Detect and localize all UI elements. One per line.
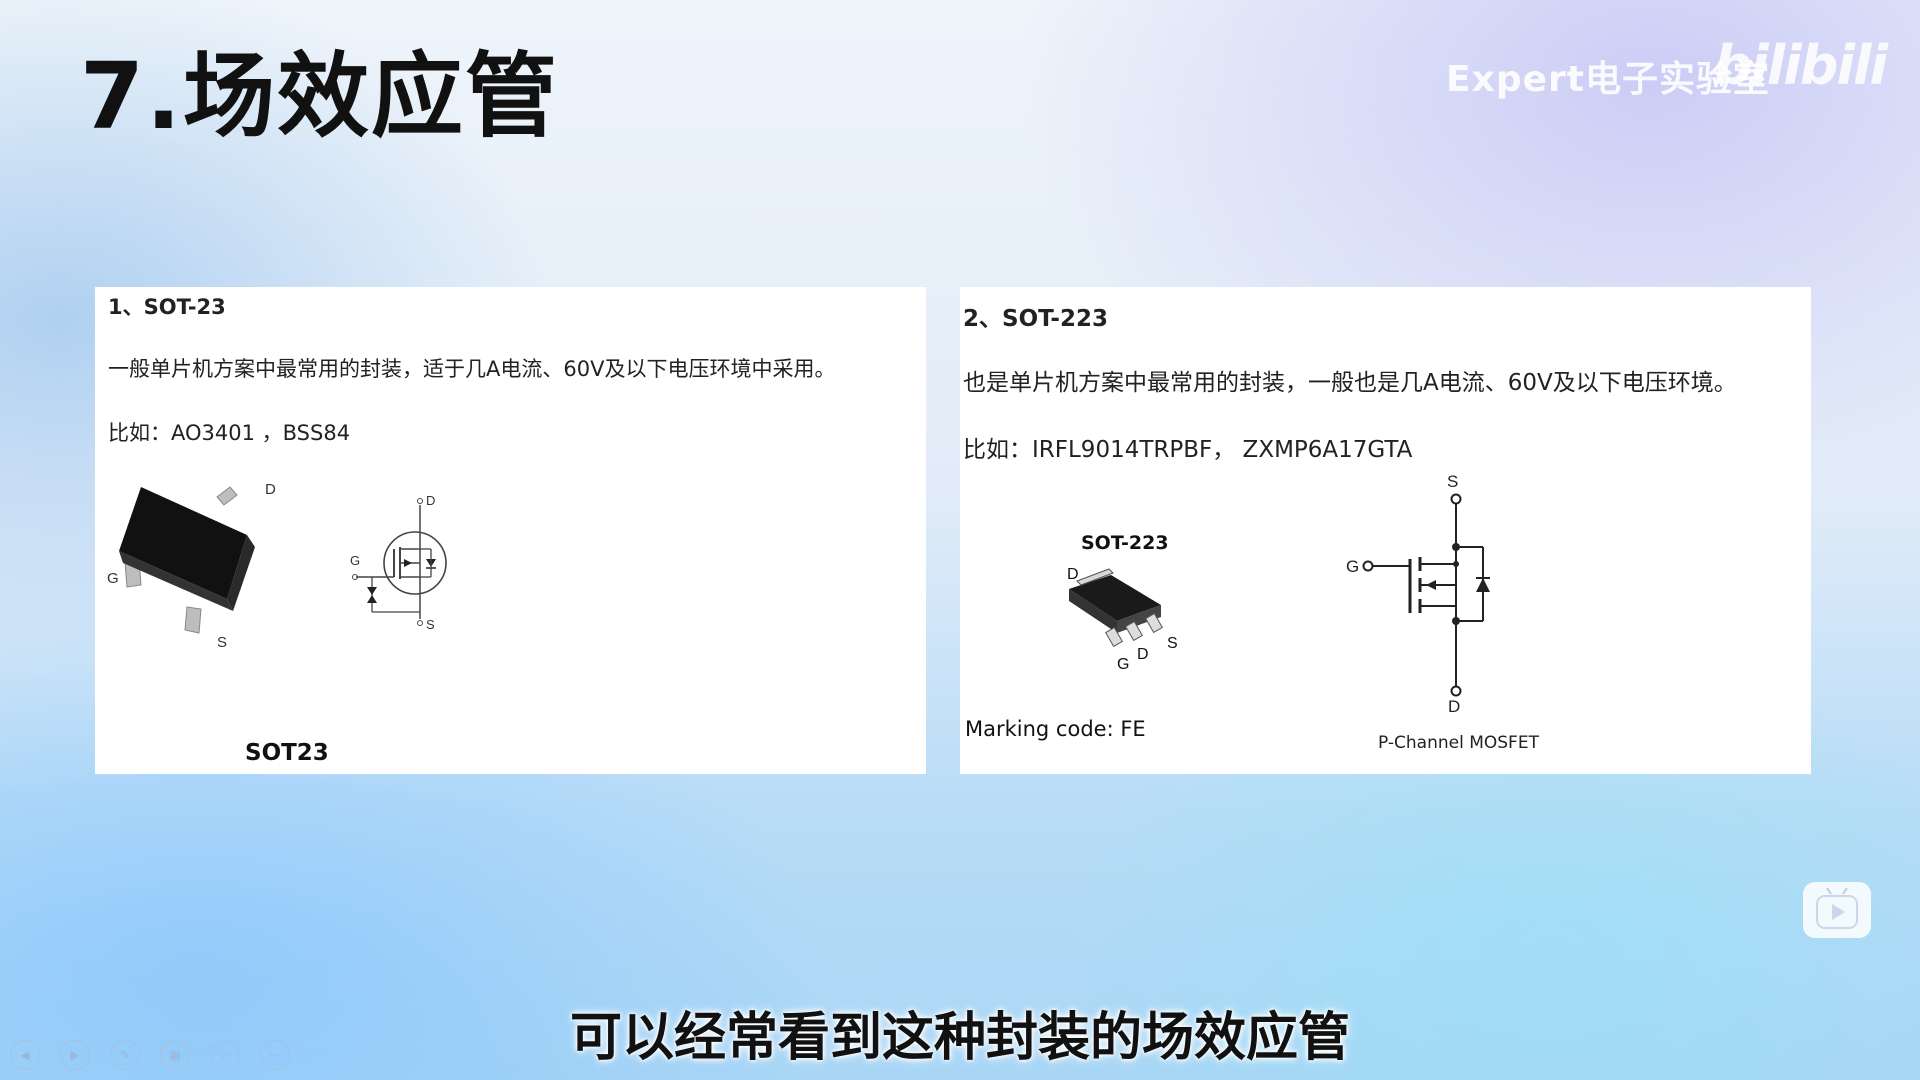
- grid-icon: ▦: [169, 1048, 181, 1062]
- panel2-example: 比如：IRFL9014TRPBF， ZXMP6A17GTA: [963, 437, 1413, 463]
- play-button[interactable]: [1803, 882, 1871, 938]
- sot23-pin-s: S: [217, 634, 227, 651]
- sot223-pin-d: D: [1137, 646, 1149, 663]
- grid-button[interactable]: ▦: [160, 1040, 190, 1070]
- sot223-symbol-s: S: [1447, 472, 1458, 491]
- sot23-package-image: D G S: [107, 481, 276, 651]
- sot23-package-label: SOT23: [245, 740, 329, 766]
- play-icon: [1816, 887, 1858, 929]
- bilibili-logo: bilibili: [1713, 34, 1888, 97]
- pen-icon: ✎: [119, 1048, 131, 1062]
- sot223-package-title: SOT-223: [1081, 532, 1169, 554]
- more-button[interactable]: ···: [260, 1040, 290, 1070]
- sot223-pin-g: G: [1117, 656, 1129, 673]
- marking-code: Marking code: FE: [965, 717, 1146, 741]
- next-icon: ▶: [70, 1048, 80, 1062]
- sot23-mosfet-symbol: D G S: [350, 493, 447, 632]
- sot23-symbol-g: G: [350, 553, 360, 568]
- symbol-caption: P-Channel MOSFET: [1378, 733, 1539, 753]
- sot223-pin-s: S: [1167, 635, 1178, 652]
- next-slide-button[interactable]: ▶: [60, 1040, 90, 1070]
- more-icon: ···: [269, 1048, 281, 1062]
- sot223-symbol-d: D: [1448, 697, 1460, 716]
- panel2-description: 也是单片机方案中最常用的封装，一般也是几A电流、60V及以下电压环境。: [963, 370, 1737, 396]
- slide-title: 7.场效应管: [80, 43, 559, 150]
- panel1-example: 比如：AO3401 ，BSS84: [108, 421, 351, 445]
- zoom-icon: ⌕: [221, 1047, 229, 1062]
- panel2-heading: 2、SOT-223: [963, 306, 1108, 332]
- sot23-symbol-d: D: [426, 493, 435, 508]
- prev-slide-button[interactable]: ◀: [10, 1040, 40, 1070]
- pchannel-mosfet-symbol: S D G: [1346, 472, 1490, 716]
- prev-icon: ◀: [20, 1048, 30, 1062]
- sot223-panel: 2、SOT-223 也是单片机方案中最常用的封装，一般也是几A电流、60V及以下…: [960, 287, 1811, 774]
- sot23-pin-d: D: [265, 481, 276, 498]
- sot223-symbol-g: G: [1346, 557, 1359, 576]
- zoom-button[interactable]: ⌕: [210, 1040, 240, 1070]
- panel1-heading: 1、SOT-23: [108, 295, 226, 319]
- pen-button[interactable]: ✎: [110, 1040, 140, 1070]
- sot23-panel: 1、SOT-23 一般单片机方案中最常用的封装，适于几A电流、60V及以下电压环…: [95, 287, 926, 774]
- sot223-package-image: D G D S: [1067, 567, 1178, 673]
- panel1-description: 一般单片机方案中最常用的封装，适于几A电流、60V及以下电压环境中采用。: [108, 357, 836, 381]
- sot23-symbol-s: S: [426, 617, 435, 632]
- sot23-pin-g: G: [107, 570, 119, 587]
- sot223-pin-d-top: D: [1067, 567, 1079, 583]
